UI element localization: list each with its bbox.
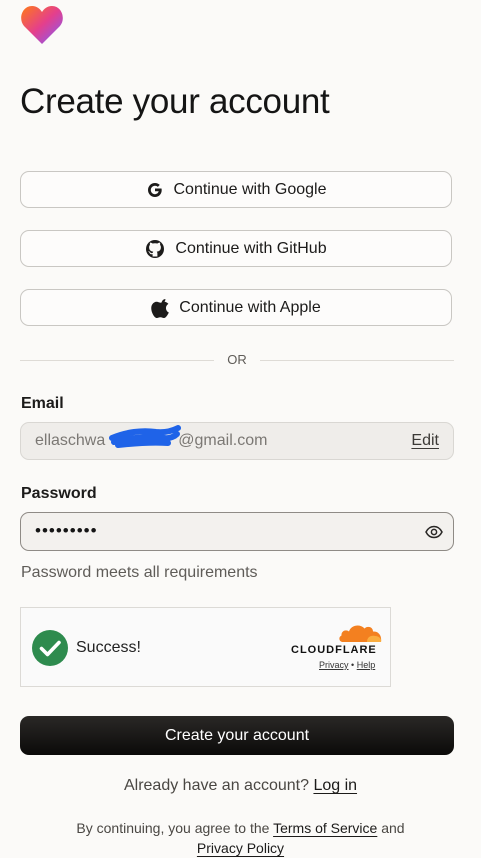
email-label: Email xyxy=(21,395,64,412)
email-value-start: ellaschwa xyxy=(35,432,106,449)
github-button-label: Continue with GitHub xyxy=(175,239,327,257)
email-value-end: @gmail.com xyxy=(178,432,268,449)
password-value: ••••••••• xyxy=(35,521,98,540)
github-icon xyxy=(146,239,165,258)
divider-line-right xyxy=(260,360,454,361)
captcha-link-separator: • xyxy=(351,660,355,670)
login-link[interactable]: Log in xyxy=(313,777,357,794)
privacy-policy-link[interactable]: Privacy Policy xyxy=(197,840,284,856)
captcha-links: Privacy • Help xyxy=(319,660,375,670)
captcha-privacy-link[interactable]: Privacy xyxy=(319,660,349,670)
apple-button-label: Continue with Apple xyxy=(179,298,321,316)
captcha-status: Success! xyxy=(76,639,141,656)
page-title: Create your account xyxy=(20,82,330,121)
login-prompt-text: Already have an account? xyxy=(123,777,309,794)
cloudflare-cloud-icon xyxy=(339,625,382,642)
success-check-icon xyxy=(32,630,68,666)
continue-with-github-button[interactable]: Continue with GitHub xyxy=(20,230,452,267)
redaction-scribble xyxy=(109,425,181,448)
create-account-button[interactable]: Create your account xyxy=(20,716,454,755)
password-field[interactable]: ••••••••• xyxy=(20,512,454,551)
cloudflare-wordmark: CLOUDFLARE xyxy=(291,644,377,656)
captcha-widget: Success! CLOUDFLARE Privacy • Help xyxy=(20,607,391,687)
google-icon xyxy=(147,182,162,197)
apple-icon xyxy=(151,298,170,318)
password-hint: Password meets all requirements xyxy=(21,564,258,581)
email-field: ellaschwa @gmail.com Edit xyxy=(20,422,454,460)
continue-with-google-button[interactable]: Continue with Google xyxy=(20,171,452,208)
password-label: Password xyxy=(21,485,97,502)
or-divider: OR xyxy=(20,352,454,368)
captcha-help-link[interactable]: Help xyxy=(357,660,376,670)
terms-notice: By continuing, you agree to the Terms of… xyxy=(0,818,481,858)
eye-icon[interactable] xyxy=(425,523,443,541)
continue-with-apple-button[interactable]: Continue with Apple xyxy=(20,289,452,326)
google-button-label: Continue with Google xyxy=(173,180,327,198)
login-prompt: Already have an account? Log in xyxy=(0,777,481,795)
edit-email-link[interactable]: Edit xyxy=(411,432,439,450)
terms-of-service-link[interactable]: Terms of Service xyxy=(273,820,377,836)
brand-logo-icon xyxy=(21,6,63,44)
terms-prefix: By continuing, you agree to the xyxy=(76,820,270,836)
terms-and: and xyxy=(381,820,405,836)
